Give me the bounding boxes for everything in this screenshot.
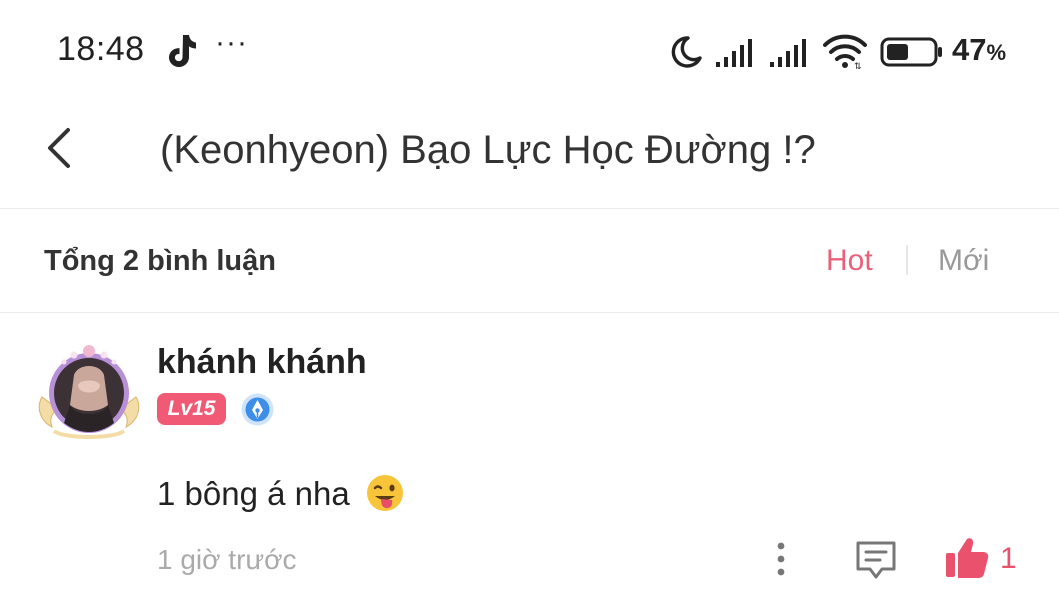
status-time: 18:48 [57, 30, 145, 68]
sort-new-tab[interactable]: Mới [938, 244, 989, 278]
avatar[interactable] [34, 335, 144, 445]
notification-dots: ··· [215, 26, 248, 59]
page-title: (Keonhyeon) Bạo Lực Học Đường !? [160, 128, 816, 172]
like-count: 1 [1000, 542, 1017, 575]
comment-item: khánh khánh Lv15 1 bông á nha 1 giờ trướ… [0, 313, 1059, 600]
signal-icon [770, 39, 806, 67]
chevron-left-icon [48, 128, 70, 168]
comment-timestamp: 1 giờ trước [157, 544, 297, 575]
sort-hot-tab[interactable]: Hot [826, 244, 873, 278]
tiktok-icon [169, 35, 196, 67]
comment-text: 1 bông á nha [157, 475, 350, 512]
pen-badge-icon [241, 393, 274, 426]
like-thumb-icon[interactable] [944, 535, 990, 581]
wifi-icon: ⇅ [823, 34, 867, 70]
reply-icon[interactable] [854, 537, 898, 581]
page-header: (Keonhyeon) Bạo Lực Học Đường !? [0, 100, 1059, 209]
battery-percent-value: 47 [952, 32, 987, 67]
signal-icon [716, 39, 752, 67]
comment-body: 1 bông á nha [157, 473, 405, 513]
svg-text:⇅: ⇅ [854, 61, 862, 70]
battery-percent-unit: % [986, 40, 1007, 65]
winking-face-with-tongue-icon [366, 475, 403, 511]
level-badge: Lv15 [157, 393, 226, 425]
comment-username[interactable]: khánh khánh [157, 343, 367, 382]
back-button[interactable] [40, 126, 80, 170]
sort-divider [906, 245, 908, 275]
more-options-icon[interactable] [766, 539, 796, 579]
battery-percent: 47% [952, 32, 1006, 68]
comments-sort-bar: Tổng 2 bình luận Hot Mới [0, 209, 1059, 313]
moon-icon [671, 36, 702, 68]
comment-count: Tổng 2 bình luận [44, 245, 276, 277]
status-bar: 18:48 ··· ⇅ 47% [0, 0, 1059, 100]
battery-icon [880, 37, 942, 67]
